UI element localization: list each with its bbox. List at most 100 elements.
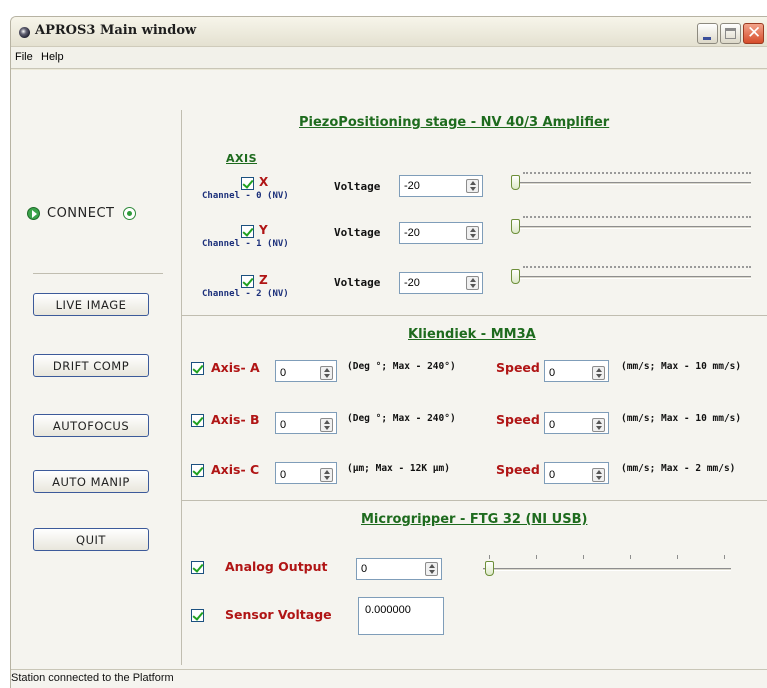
window-title: APROS3 Main window	[35, 23, 197, 38]
kliendiek-section-title: Kliendiek - MM3A	[408, 327, 536, 342]
speed-a-range: (mm/s; Max - 10 mm/s)	[621, 361, 742, 372]
spinner-arrows-icon[interactable]	[592, 366, 605, 380]
voltage-z-slider[interactable]	[511, 266, 751, 290]
spinner-arrows-icon[interactable]	[466, 276, 479, 290]
menu-help[interactable]: Help	[41, 51, 64, 63]
spinner-arrows-icon[interactable]	[466, 226, 479, 240]
section-separator	[182, 500, 767, 501]
spinner-arrows-icon[interactable]	[592, 468, 605, 482]
axis-b-range: (Deg °; Max - 240°)	[347, 413, 456, 424]
slider-tick	[677, 555, 678, 559]
quit-button[interactable]: QUIT	[33, 528, 149, 551]
speed-c-range: (mm/s; Max - 2 mm/s)	[621, 463, 736, 474]
axis-c-spinner[interactable]: 0	[275, 462, 337, 484]
axis-header: AXIS	[226, 152, 258, 165]
section-separator	[182, 315, 767, 316]
speed-b-label: Speed	[496, 412, 540, 427]
spinner-arrows-icon[interactable]	[320, 418, 333, 432]
voltage-y-slider[interactable]	[511, 216, 751, 240]
maximize-button[interactable]	[720, 23, 741, 44]
voltage-y-slider-thumb[interactable]	[511, 219, 520, 234]
main-window: APROS3 Main window ✕ File Help CONNECT L…	[10, 16, 767, 688]
spinner-arrows-icon[interactable]	[466, 179, 479, 193]
microgripper-section-title: Microgripper - FTG 32 (NI USB)	[361, 512, 588, 527]
axis-c-label: Axis- C	[211, 462, 260, 477]
app-icon	[19, 27, 30, 38]
spinner-arrows-icon[interactable]	[320, 366, 333, 380]
axis-x-checkbox[interactable]	[241, 177, 254, 190]
status-text: Station connected to the Platform	[11, 672, 174, 684]
slider-tick	[724, 555, 725, 559]
axis-a-value: 0	[280, 367, 287, 379]
speed-b-range: (mm/s; Max - 10 mm/s)	[621, 413, 742, 424]
axis-y-label: Y	[259, 223, 268, 237]
minimize-button[interactable]	[697, 23, 718, 44]
sensor-voltage-checkbox[interactable]	[191, 609, 204, 622]
slider-tick	[630, 555, 631, 559]
voltage-x-spinner[interactable]: -20	[399, 175, 483, 197]
connect-arrow-icon[interactable]	[27, 206, 40, 220]
piezo-section-title: PiezoPositioning stage - NV 40/3 Amplifi…	[299, 115, 610, 130]
voltage-y-value: -20	[404, 227, 420, 239]
live-image-button[interactable]: LIVE IMAGE	[33, 293, 149, 316]
voltage-z-spinner[interactable]: -20	[399, 272, 483, 294]
axis-a-label: Axis- A	[211, 360, 260, 375]
connect-status-radio[interactable]	[122, 206, 136, 220]
auto-manip-button[interactable]: AUTO MANIP	[33, 470, 149, 493]
slider-track	[511, 276, 751, 279]
connect-row: CONNECT	[27, 204, 136, 222]
drift-comp-button[interactable]: DRIFT COMP	[33, 354, 149, 377]
voltage-x-slider[interactable]	[511, 172, 751, 196]
sensor-voltage-value: 0.000000	[365, 604, 411, 616]
speed-b-value: 0	[549, 419, 556, 431]
minimize-icon	[703, 37, 711, 40]
sensor-voltage-field[interactable]: 0.000000	[358, 597, 444, 635]
sensor-voltage-label: Sensor Voltage	[225, 607, 332, 622]
speed-c-value: 0	[549, 469, 556, 481]
title-bar[interactable]: APROS3 Main window ✕	[11, 17, 767, 47]
voltage-x-label: Voltage	[334, 180, 381, 193]
voltage-x-value: -20	[404, 180, 420, 192]
channel-1-label: Channel - 1 (NV)	[202, 239, 289, 249]
channel-0-label: Channel - 0 (NV)	[202, 191, 289, 201]
axis-y-checkbox[interactable]	[241, 225, 254, 238]
voltage-x-slider-thumb[interactable]	[511, 175, 520, 190]
status-bar: Station connected to the Platform	[11, 669, 767, 688]
axis-z-checkbox[interactable]	[241, 275, 254, 288]
slider-ticks	[523, 216, 751, 219]
menu-bar: File Help	[11, 47, 767, 69]
axis-c-range: (µm; Max - 12K µm)	[347, 463, 450, 474]
voltage-z-value: -20	[404, 277, 420, 289]
slider-ticks	[523, 266, 751, 269]
voltage-z-slider-thumb[interactable]	[511, 269, 520, 284]
speed-a-spinner[interactable]: 0	[544, 360, 609, 382]
speed-c-label: Speed	[496, 462, 540, 477]
speed-b-spinner[interactable]: 0	[544, 412, 609, 434]
axis-b-checkbox[interactable]	[191, 414, 204, 427]
analog-output-label: Analog Output	[225, 559, 328, 574]
autofocus-button[interactable]: AUTOFOCUS	[33, 414, 149, 437]
axis-x-label: X	[259, 175, 269, 189]
axis-a-range: (Deg °; Max - 240°)	[347, 361, 456, 372]
axis-z-label: Z	[259, 273, 268, 287]
speed-c-spinner[interactable]: 0	[544, 462, 609, 484]
close-button[interactable]: ✕	[743, 23, 764, 44]
analog-output-checkbox[interactable]	[191, 561, 204, 574]
axis-c-value: 0	[280, 469, 287, 481]
slider-tick	[536, 555, 537, 559]
spinner-arrows-icon[interactable]	[320, 468, 333, 482]
axis-c-checkbox[interactable]	[191, 464, 204, 477]
spinner-arrows-icon[interactable]	[592, 418, 605, 432]
spinner-arrows-icon[interactable]	[425, 562, 438, 576]
analog-output-slider[interactable]	[483, 555, 731, 579]
menu-file[interactable]: File	[15, 51, 33, 63]
analog-output-value: 0	[361, 563, 368, 575]
voltage-y-spinner[interactable]: -20	[399, 222, 483, 244]
axis-a-checkbox[interactable]	[191, 362, 204, 375]
speed-a-label: Speed	[496, 360, 540, 375]
axis-a-spinner[interactable]: 0	[275, 360, 337, 382]
analog-output-slider-thumb[interactable]	[485, 561, 494, 576]
analog-output-spinner[interactable]: 0	[356, 558, 442, 580]
close-icon: ✕	[747, 23, 762, 43]
axis-b-spinner[interactable]: 0	[275, 412, 337, 434]
